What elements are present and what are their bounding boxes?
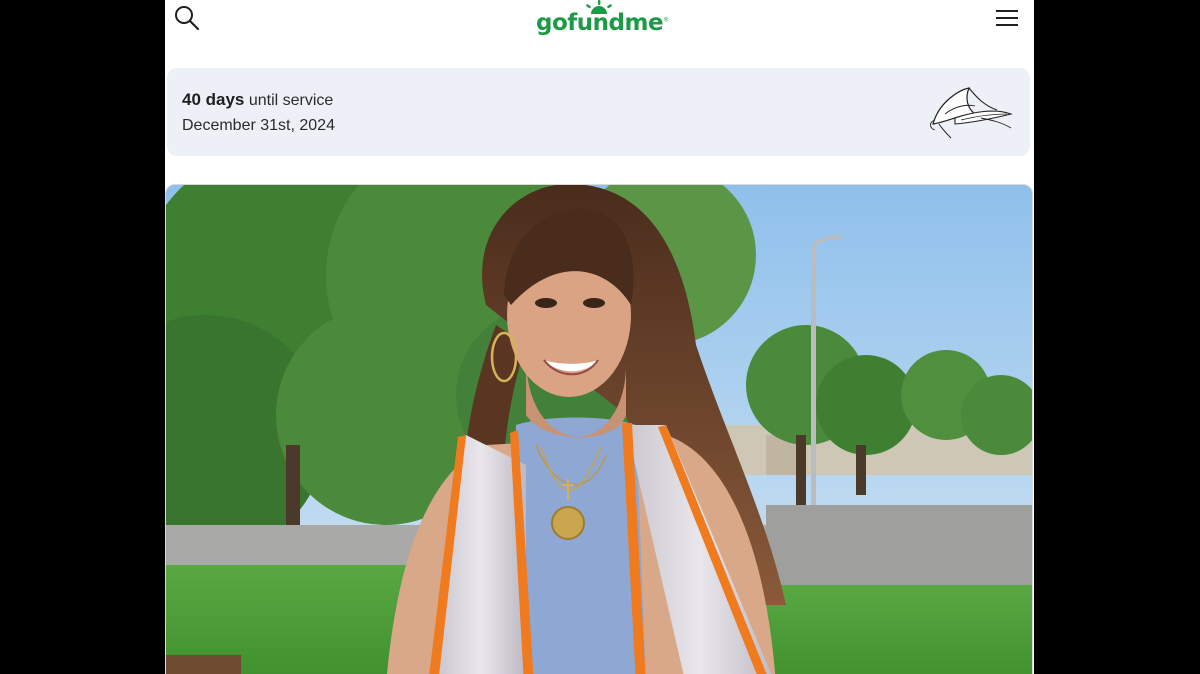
hamburger-menu-icon <box>996 10 1018 26</box>
calla-lily-icon <box>930 87 1013 139</box>
campaign-photo-image <box>166 185 1032 674</box>
fundraiser-page: gofundme® 40 days until service December… <box>165 0 1034 674</box>
service-countdown-card: 40 days until service December 31st, 202… <box>167 68 1030 156</box>
logo-trademark: ® <box>663 16 669 24</box>
campaign-photo[interactable] <box>165 184 1033 674</box>
days-suffix: until service <box>244 92 334 109</box>
search-icon <box>175 6 200 31</box>
site-header: gofundme® <box>165 0 1034 60</box>
days-count: 40 days <box>182 90 245 109</box>
logo-wordmark: gofundme® <box>536 10 669 36</box>
search-button[interactable] <box>173 4 201 32</box>
service-date: December 31st, 2024 <box>182 117 335 134</box>
days-until-service: 40 days until service <box>182 90 333 110</box>
gofundme-logo[interactable]: gofundme® <box>536 0 669 40</box>
menu-button[interactable] <box>994 6 1020 30</box>
